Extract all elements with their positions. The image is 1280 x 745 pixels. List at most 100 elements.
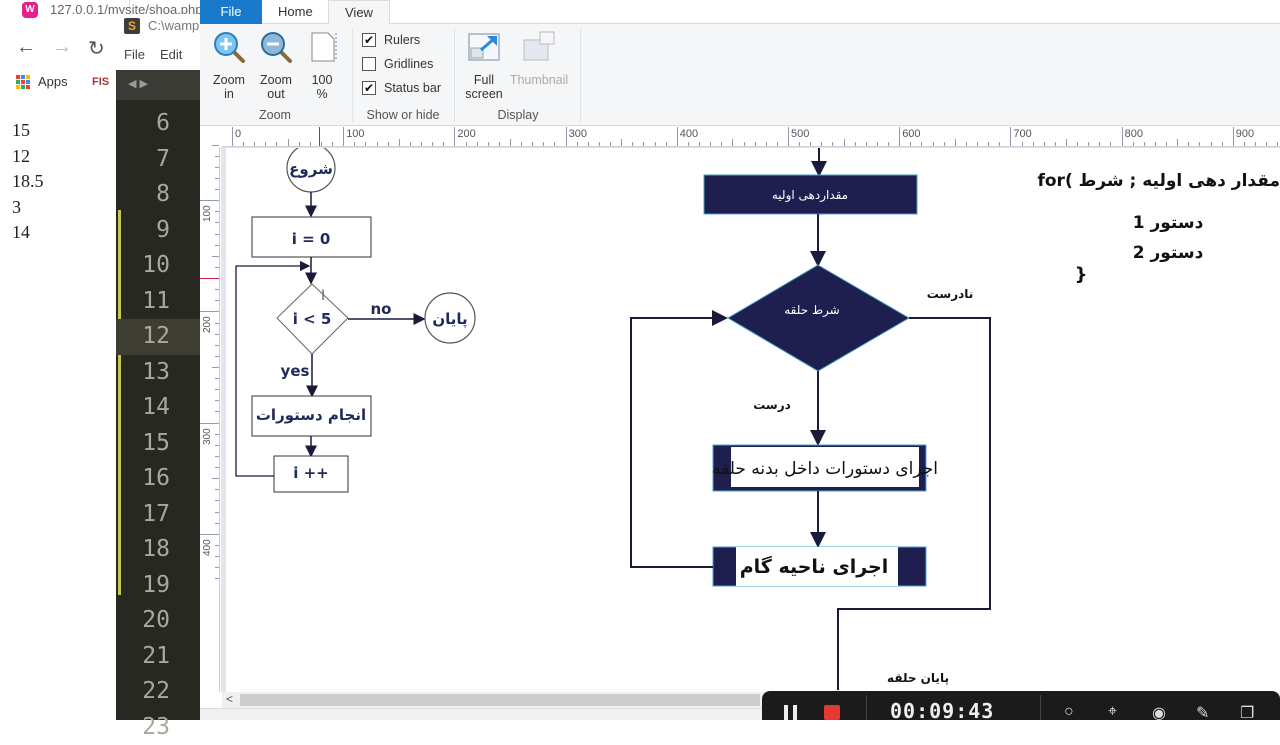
- ruler-tick: [215, 300, 219, 301]
- ruler-tick: [432, 142, 433, 146]
- fis-bookmark[interactable]: FIS: [92, 76, 109, 88]
- full-screen-icon: [467, 30, 501, 64]
- ruler-tick: [1155, 142, 1156, 146]
- status-bar-label: Status bar: [384, 81, 441, 95]
- zoom-out-label-2: out: [257, 87, 295, 101]
- ruler-tick: [866, 142, 867, 146]
- tab-view[interactable]: View: [328, 0, 390, 25]
- vertical-ruler: 100200300400: [200, 147, 220, 692]
- tab-scroll-arrows-icon[interactable]: ◀ ▶: [128, 77, 148, 90]
- ruler-tick: [1166, 142, 1167, 146]
- reload-icon[interactable]: ↻: [88, 36, 105, 61]
- ruler-tick: [988, 142, 989, 146]
- stop-record-button[interactable]: [824, 705, 840, 720]
- ruler-tick: [810, 142, 811, 146]
- ruler-tick: [499, 142, 500, 146]
- full-screen-button[interactable]: Full screen: [462, 30, 506, 101]
- pause-button[interactable]: [784, 705, 798, 720]
- zoom-out-label-1: Zoom: [257, 73, 295, 87]
- ruler-tick: [215, 389, 219, 390]
- ruler-tick: [1066, 139, 1067, 146]
- full-screen-label-2: screen: [462, 87, 506, 101]
- tab-home[interactable]: Home: [262, 0, 329, 24]
- ruler-tick: [215, 323, 219, 324]
- pause-icon: [784, 705, 788, 720]
- ruler-tick: [1255, 142, 1256, 146]
- ruler-tick: [215, 267, 219, 268]
- page-number-list: 15 12 18.5 3 14: [12, 118, 44, 246]
- ruler-tick: [621, 139, 622, 146]
- tab-file[interactable]: File: [200, 0, 262, 24]
- ruler-tick: [232, 127, 233, 146]
- full-screen-label-1: Full: [462, 73, 506, 87]
- ruler-tick: [288, 139, 289, 146]
- rulers-checkbox[interactable]: ✔ Rulers: [362, 33, 420, 47]
- ribbon-view: Zoom in Zoom out 100 % Zoom ✔ Rulers: [200, 24, 1280, 126]
- editor-titlebar: S C:\wamp: [116, 14, 206, 40]
- ruler-tick: [215, 523, 219, 524]
- zoom-100-label-1: 100: [306, 73, 338, 87]
- ruler-tick: [215, 445, 219, 446]
- divider: [866, 695, 867, 720]
- ribbon-tabs: File Home View: [200, 0, 1280, 24]
- ruler-tick: [1055, 142, 1056, 146]
- camera-icon[interactable]: ◉: [1152, 703, 1166, 723]
- ruler-tick: [688, 142, 689, 146]
- divider: [1040, 695, 1041, 720]
- status-bar-checkbox[interactable]: ✔ Status bar: [362, 81, 441, 95]
- ruler-tick: [215, 378, 219, 379]
- site-favicon-icon: W: [22, 2, 38, 18]
- ruler-tick: [200, 423, 219, 424]
- ruler-tick: [466, 142, 467, 146]
- ruler-tick: [821, 142, 822, 146]
- drawing-canvas[interactable]: شروع i = 0 i < 5 no پایان yes انجام دستو…: [226, 148, 1280, 692]
- left-flowchart: شروع i = 0 i < 5 no پایان yes انجام دستو…: [236, 148, 475, 492]
- window-icon[interactable]: ❐: [1240, 703, 1254, 723]
- display-group-label: Display: [488, 108, 548, 122]
- ruler-tick: [215, 178, 219, 179]
- ruler-tick: [632, 142, 633, 146]
- code-editor-window: S C:\wamp File Edit ◀ ▶ 6 7 8 9 10 11 12…: [116, 14, 206, 720]
- ruler-tick: [543, 142, 544, 146]
- ruler-tick: [1211, 142, 1212, 146]
- group-divider: [454, 28, 455, 122]
- scroll-left-icon[interactable]: <: [226, 692, 233, 706]
- webcam-icon[interactable]: ○: [1064, 703, 1074, 721]
- line-number: 22: [116, 674, 206, 710]
- zoom-in-label-1: Zoom: [210, 73, 248, 87]
- forward-arrow-icon[interactable]: →: [52, 36, 72, 59]
- ruler-tick: [215, 156, 219, 157]
- statement-2: دستور 2: [1133, 243, 1204, 263]
- for-statement: for( مقدار دهی اولیه ; شرط: [1037, 171, 1280, 191]
- menu-file[interactable]: File: [124, 47, 145, 62]
- statement-1: دستور 1: [1133, 213, 1204, 233]
- body-label: انجام دستورات: [256, 406, 366, 424]
- thumbnail-button[interactable]: Thumbnail: [508, 30, 570, 87]
- scrollbar-thumb[interactable]: [240, 694, 760, 706]
- menu-edit[interactable]: Edit: [160, 47, 182, 62]
- zoom-out-button[interactable]: Zoom out: [257, 30, 295, 101]
- region-select-icon[interactable]: ⌖: [1108, 703, 1117, 721]
- line-number-active: 12: [116, 319, 206, 355]
- page-number: 12: [12, 144, 44, 170]
- increment-label: i ++: [293, 464, 329, 482]
- ruler-tick: [710, 142, 711, 146]
- ruler-tick: [365, 142, 366, 146]
- apps-bookmark[interactable]: Apps: [16, 74, 68, 89]
- zoom-in-button[interactable]: Zoom in: [210, 30, 248, 101]
- line-number: 21: [116, 639, 206, 675]
- ruler-tick: [1177, 139, 1178, 146]
- ruler-tick: [510, 139, 511, 146]
- back-arrow-icon[interactable]: ←: [16, 36, 36, 59]
- ruler-tick: [755, 142, 756, 146]
- loop-back-arrow: [631, 318, 726, 567]
- zoom-100-button[interactable]: 100 %: [306, 30, 338, 101]
- horizontal-ruler: 0100200300400500600700800900: [222, 127, 1280, 147]
- apps-label: Apps: [38, 74, 68, 89]
- ruler-tick: [215, 556, 219, 557]
- ruler-label: 200: [202, 317, 213, 334]
- ruler-label: 400: [202, 539, 213, 556]
- ruler-tick: [215, 222, 219, 223]
- pen-icon[interactable]: ✎: [1196, 703, 1209, 723]
- gridlines-checkbox[interactable]: Gridlines: [362, 57, 433, 71]
